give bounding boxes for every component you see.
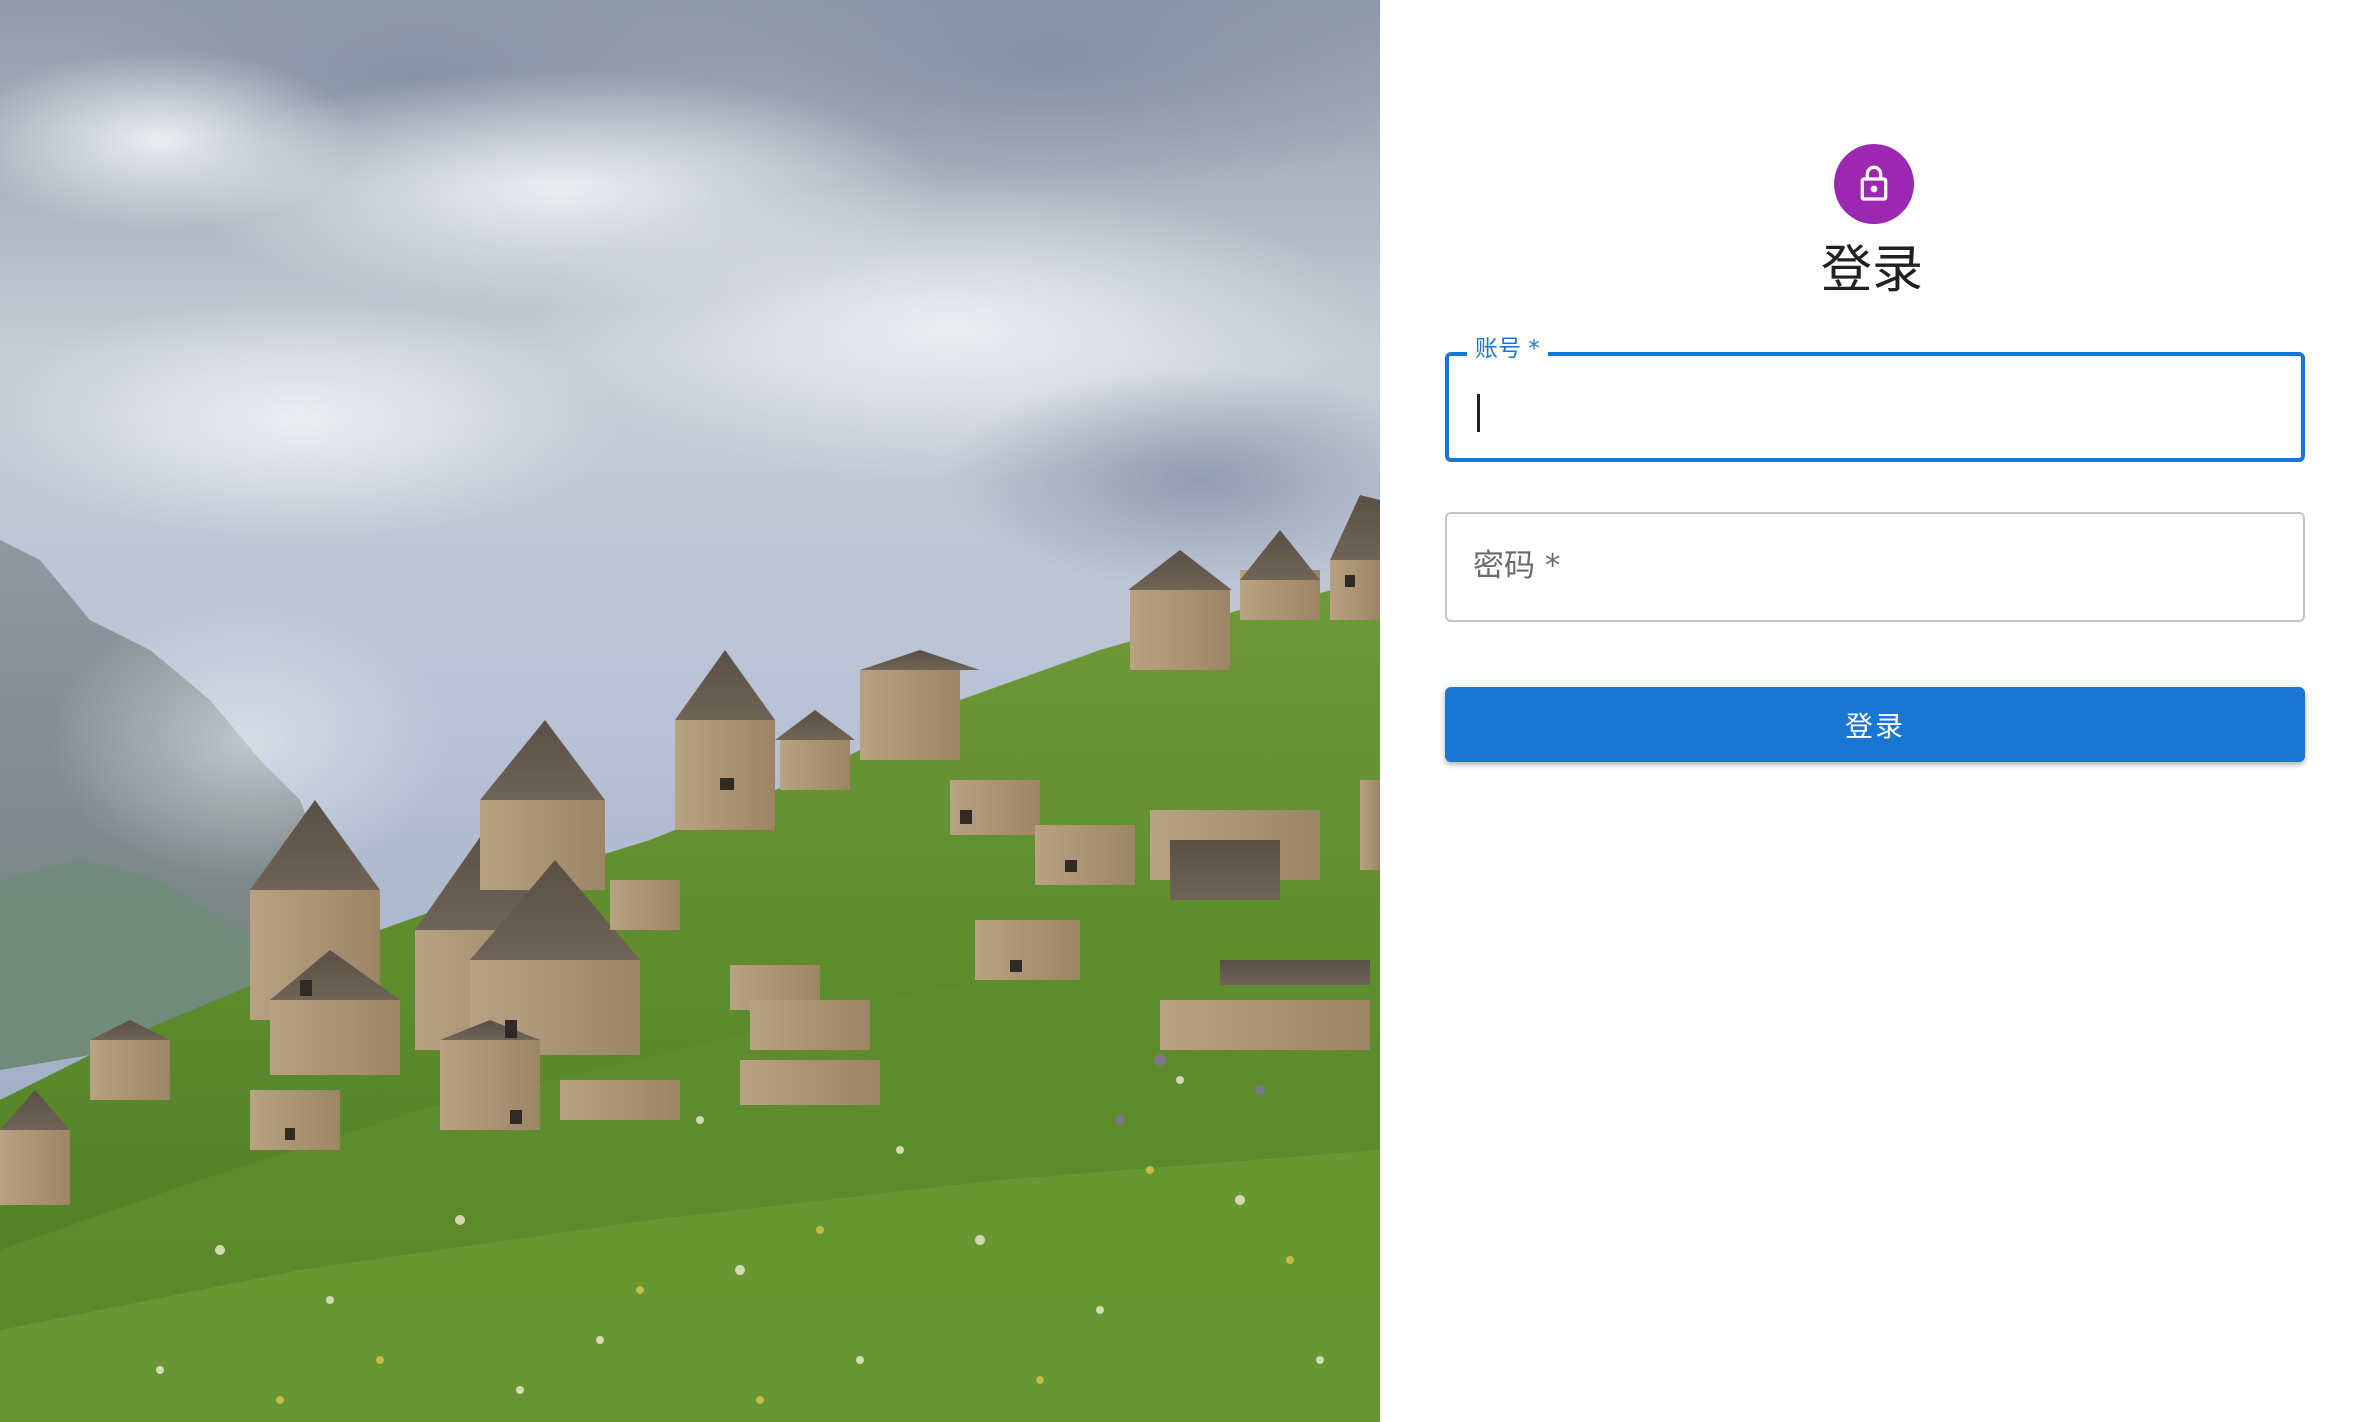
- lock-avatar: [1834, 144, 1914, 224]
- landscape-photo: [0, 0, 1380, 1422]
- account-label: 账号 *: [1467, 334, 1548, 364]
- login-button[interactable]: 登录: [1445, 687, 2305, 762]
- password-field[interactable]: 密码 *: [1445, 512, 2305, 622]
- account-field[interactable]: 账号 *: [1445, 334, 2305, 462]
- password-input[interactable]: [1473, 538, 2273, 594]
- lock-icon: [1854, 164, 1894, 204]
- text-caret: [1477, 394, 1480, 432]
- account-input[interactable]: [1475, 380, 2275, 436]
- page-title: 登录: [1820, 241, 1923, 300]
- login-panel: 登录 账号 * 密码 * 登录: [1380, 0, 2364, 1422]
- hero-image: [0, 0, 1380, 1422]
- login-page: 登录 账号 * 密码 * 登录: [0, 0, 2364, 1422]
